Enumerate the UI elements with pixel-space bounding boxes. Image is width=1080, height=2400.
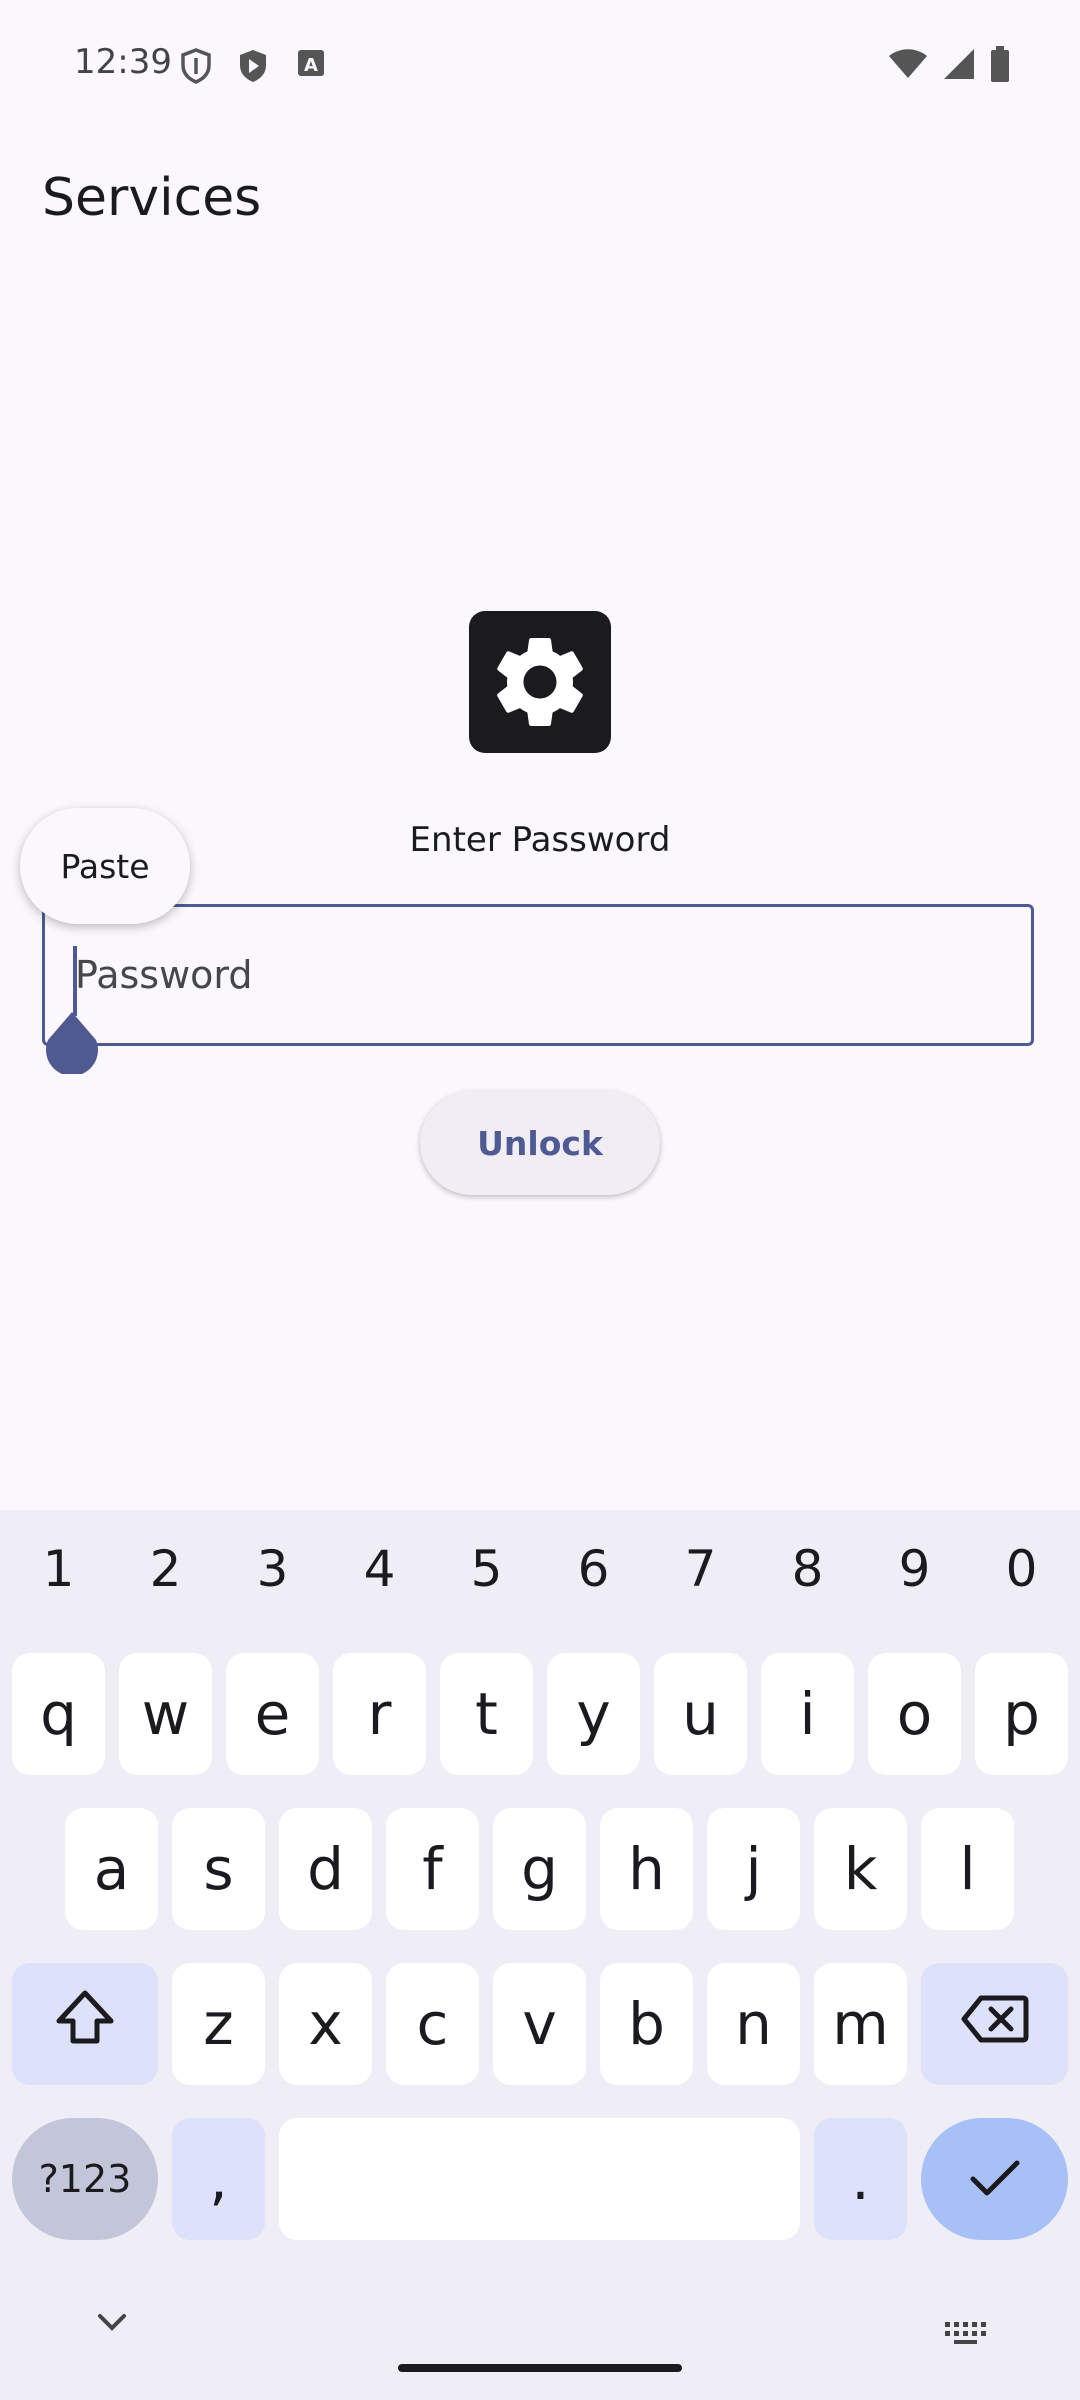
status-right-icons — [888, 46, 1010, 86]
password-input[interactable] — [75, 907, 975, 1043]
key-3[interactable]: 3 — [219, 1540, 326, 1598]
key-j[interactable]: j — [707, 1808, 800, 1930]
key-0[interactable]: 0 — [968, 1540, 1075, 1598]
key-v[interactable]: v — [493, 1963, 586, 2085]
keyboard-switch-button[interactable] — [945, 2322, 989, 2350]
key-h[interactable]: h — [600, 1808, 693, 1930]
key-a[interactable]: a — [65, 1808, 158, 1930]
page-title: Services — [42, 168, 262, 228]
symbols-key[interactable]: ?123 — [12, 2118, 158, 2240]
key-b[interactable]: b — [600, 1963, 693, 2085]
key-9[interactable]: 9 — [861, 1540, 968, 1598]
shift-icon — [55, 1989, 115, 2059]
text-cursor — [73, 946, 77, 1016]
status-bar: 12:39 A — [0, 0, 1080, 130]
key-m[interactable]: m — [814, 1963, 907, 2085]
key-i[interactable]: i — [761, 1653, 854, 1775]
chevron-down-icon — [94, 2314, 130, 2338]
key-6[interactable]: 6 — [540, 1540, 647, 1598]
unlock-button[interactable]: Unlock — [420, 1091, 660, 1195]
svg-text:A: A — [304, 55, 318, 76]
home-indicator[interactable] — [398, 2364, 682, 2372]
shift-key[interactable] — [12, 1963, 158, 2085]
key-s[interactable]: s — [172, 1808, 265, 1930]
paste-button[interactable]: Paste — [20, 808, 190, 924]
key-t[interactable]: t — [440, 1653, 533, 1775]
wifi-icon — [888, 48, 928, 84]
gear-icon — [469, 611, 611, 753]
shield-outline-icon — [180, 48, 212, 88]
key-1[interactable]: 1 — [5, 1540, 112, 1598]
space-key[interactable] — [279, 2118, 800, 2240]
key-f[interactable]: f — [386, 1808, 479, 1930]
key-8[interactable]: 8 — [754, 1540, 861, 1598]
key-z[interactable]: z — [172, 1963, 265, 2085]
key-x[interactable]: x — [279, 1963, 372, 2085]
play-protect-icon — [237, 48, 269, 88]
key-5[interactable]: 5 — [433, 1540, 540, 1598]
password-field[interactable] — [42, 904, 1034, 1046]
signal-icon — [942, 47, 976, 85]
checkmark-icon — [969, 2145, 1021, 2213]
key-period[interactable]: . — [814, 2118, 907, 2240]
status-time: 12:39 — [74, 42, 172, 82]
key-7[interactable]: 7 — [647, 1540, 754, 1598]
key-d[interactable]: d — [279, 1808, 372, 1930]
hide-keyboard-button[interactable] — [94, 2310, 130, 2338]
key-w[interactable]: w — [119, 1653, 212, 1775]
key-4[interactable]: 4 — [326, 1540, 433, 1598]
key-r[interactable]: r — [333, 1653, 426, 1775]
backspace-key[interactable] — [921, 1963, 1068, 2085]
key-e[interactable]: e — [226, 1653, 319, 1775]
key-k[interactable]: k — [814, 1808, 907, 1930]
battery-icon — [990, 46, 1010, 86]
key-q[interactable]: q — [12, 1653, 105, 1775]
number-row: 1 2 3 4 5 6 7 8 9 0 — [0, 1540, 1080, 1610]
key-2[interactable]: 2 — [112, 1540, 219, 1598]
key-p[interactable]: p — [975, 1653, 1068, 1775]
key-l[interactable]: l — [921, 1808, 1014, 1930]
text-a-icon: A — [296, 48, 326, 82]
key-g[interactable]: g — [493, 1808, 586, 1930]
backspace-icon — [961, 1990, 1029, 2058]
cursor-handle[interactable] — [44, 1012, 100, 1076]
enter-key[interactable] — [921, 2118, 1068, 2240]
keyboard — [0, 1510, 1080, 2400]
key-comma[interactable]: , — [172, 2118, 265, 2240]
key-o[interactable]: o — [868, 1653, 961, 1775]
key-u[interactable]: u — [654, 1653, 747, 1775]
keyboard-icon — [945, 2322, 989, 2350]
key-y[interactable]: y — [547, 1653, 640, 1775]
key-c[interactable]: c — [386, 1963, 479, 2085]
key-n[interactable]: n — [707, 1963, 800, 2085]
